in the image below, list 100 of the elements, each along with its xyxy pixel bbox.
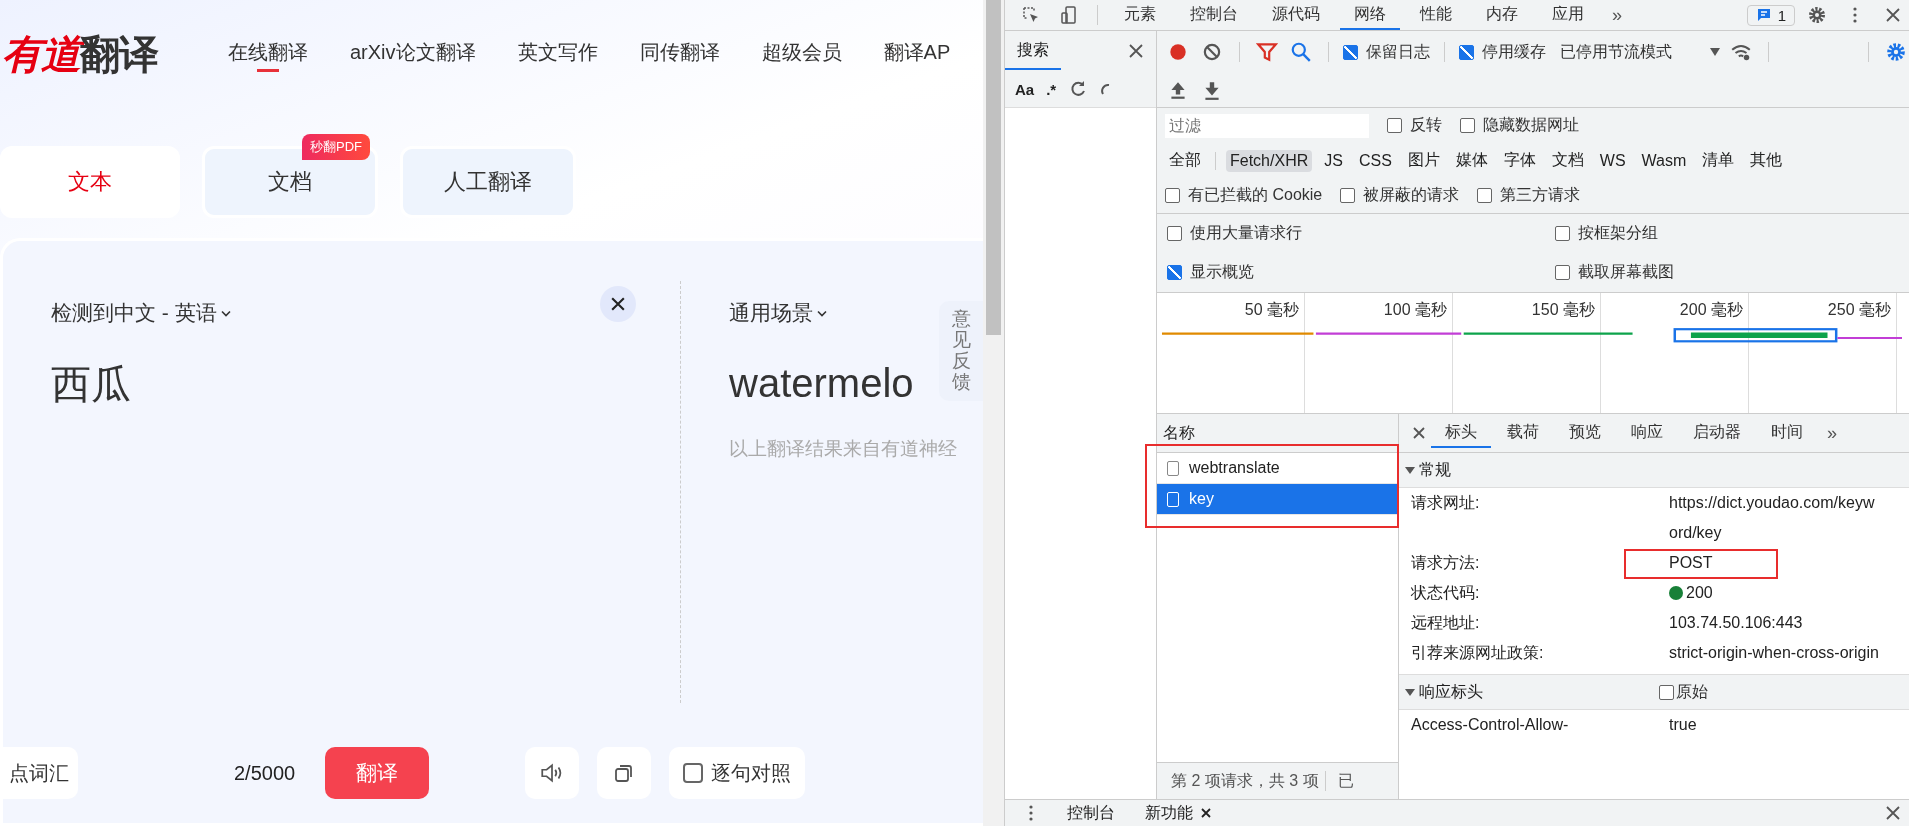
checkbox[interactable]: 停用缓存 — [1459, 41, 1546, 63]
clear-icon[interactable] — [1201, 41, 1223, 63]
nav-link[interactable]: 英文写作 — [517, 33, 598, 75]
type-filter[interactable]: 清单 — [1698, 148, 1739, 173]
filter-field[interactable]: 过滤 — [1165, 113, 1369, 138]
close-icon[interactable] — [1201, 808, 1211, 818]
tick-label: 200 毫秒 — [1678, 299, 1744, 320]
pdf-badge: 秒翻PDF — [302, 134, 370, 160]
header-value: 200 — [1686, 583, 1713, 603]
char-count: 2/5000 — [234, 761, 296, 785]
type-filter[interactable]: CSS — [1354, 149, 1396, 172]
transfer-summary: 已 — [1336, 770, 1354, 791]
header-name: 引荐来源网址政策: — [1411, 643, 1545, 663]
checkbox[interactable]: 保留日志 — [1343, 41, 1430, 63]
drawer-tab[interactable]: 控制台 — [1057, 802, 1125, 824]
checkbox[interactable]: 显示概览 — [1167, 262, 1555, 283]
request-count: 第 2 项请求，共 3 项 — [1171, 770, 1319, 791]
translate-button[interactable]: 翻译 — [325, 747, 430, 799]
mode-tab[interactable]: 人工翻译 — [400, 146, 576, 218]
header-name: 远程地址: — [1411, 613, 1481, 633]
devtools-tab[interactable]: 源代码 — [1258, 0, 1334, 30]
device-icon[interactable] — [1059, 5, 1079, 25]
checkbox[interactable]: 被屏蔽的请求 — [1340, 185, 1460, 206]
settings-icon[interactable] — [1807, 5, 1827, 25]
compare-checkbox[interactable]: 逐句对照 — [669, 747, 806, 799]
column-header[interactable]: 名称 — [1157, 414, 1398, 453]
nav-link[interactable]: 超级会员 — [761, 33, 842, 75]
type-filter[interactable]: Wasm — [1637, 149, 1691, 172]
type-filter[interactable]: 字体 — [1499, 148, 1540, 173]
checkbox[interactable]: 使用大量请求行 — [1167, 223, 1555, 244]
devtools-tab[interactable]: 应用 — [1538, 0, 1598, 30]
checkbox[interactable]: 反转 — [1387, 115, 1442, 136]
request-row[interactable]: key — [1157, 484, 1398, 515]
devtools-tab[interactable]: 性能 — [1406, 0, 1466, 30]
more-tabs[interactable]: » — [1819, 422, 1845, 444]
scene-selector[interactable]: 通用场景 — [729, 281, 827, 327]
tick-label: 250 毫秒 — [1826, 299, 1892, 320]
scrollbar[interactable] — [983, 0, 1004, 826]
message-icon — [1755, 7, 1772, 23]
type-filter[interactable]: 其他 — [1746, 148, 1787, 173]
type-filter[interactable]: 文档 — [1547, 148, 1588, 173]
match-case-toggle[interactable]: Aa — [1015, 80, 1035, 98]
feedback-tab[interactable]: 意见反馈 — [939, 301, 983, 401]
language-selector[interactable]: 检测到中文 - 英语 — [51, 281, 231, 327]
regex-toggle[interactable]: .* — [1046, 80, 1057, 98]
close-icon — [611, 297, 625, 311]
type-filter[interactable]: WS — [1595, 149, 1630, 172]
detail-tab[interactable]: 标头 — [1431, 418, 1491, 448]
type-filter[interactable]: 图片 — [1403, 148, 1444, 173]
source-note: 以上翻译结果来自有道神经 — [729, 437, 958, 461]
checkbox[interactable]: 原始 — [1659, 681, 1708, 703]
header-value: true — [1669, 715, 1697, 735]
header-name: 请求网址: — [1411, 493, 1481, 513]
section-header[interactable]: 响应标头 — [1405, 681, 1659, 703]
record-icon[interactable] — [1167, 41, 1189, 63]
devtools-tab[interactable]: 控制台 — [1176, 0, 1252, 30]
detail-tab[interactable]: 载荷 — [1493, 418, 1553, 448]
throttling-dropdown[interactable]: 已停用节流模式 — [1560, 41, 1720, 63]
logo[interactable]: 有道翻译 — [0, 26, 158, 82]
speaker-button[interactable] — [525, 747, 580, 799]
devtools-tab[interactable]: 内存 — [1472, 0, 1532, 30]
header-value: https://dict.youdao.com/keyword/key — [1669, 493, 1876, 543]
nav-link[interactable]: 同传翻译 — [639, 33, 720, 75]
checkbox[interactable]: 第三方请求 — [1477, 185, 1581, 206]
type-filter[interactable]: 媒体 — [1451, 148, 1492, 173]
nav-link[interactable]: 翻译AP — [883, 33, 951, 75]
type-filter[interactable]: Fetch/XHR — [1226, 149, 1313, 172]
detail-tab[interactable]: 预览 — [1555, 418, 1615, 448]
messages-badge[interactable]: 1 — [1746, 4, 1795, 26]
tick-label: 100 毫秒 — [1382, 299, 1448, 320]
detail-tab[interactable]: 启动器 — [1679, 418, 1755, 448]
clear-button[interactable] — [600, 286, 636, 322]
vocabulary-button[interactable]: 点词汇 — [0, 747, 78, 799]
drawer-tab[interactable]: 新功能 — [1135, 802, 1221, 824]
copy-button[interactable] — [597, 747, 652, 799]
more-tabs[interactable]: » — [1604, 4, 1630, 26]
tick-label: 50 毫秒 — [1243, 299, 1300, 320]
header-value: POST — [1669, 553, 1713, 573]
triangle-icon — [1405, 687, 1415, 697]
header-name: Access-Control-Allow- — [1411, 715, 1570, 735]
type-filter[interactable]: 全部 — [1165, 148, 1205, 173]
translation-text: watermelo — [729, 361, 914, 406]
source-text[interactable]: 西瓜 — [51, 357, 636, 412]
header-name: 状态代码: — [1411, 583, 1481, 603]
type-filter[interactable]: JS — [1320, 149, 1347, 172]
detail-tab[interactable]: 响应 — [1617, 418, 1677, 448]
devtools-tab[interactable]: 元素 — [1110, 0, 1170, 30]
settings-icon[interactable] — [1885, 41, 1907, 63]
checkbox[interactable]: 隐藏数据网址 — [1460, 115, 1579, 136]
checkbox[interactable]: 有已拦截的 Cookie — [1165, 185, 1323, 206]
header-value: strict-origin-when-cross-origin — [1669, 643, 1879, 663]
mode-tab[interactable]: 文本 — [0, 146, 180, 218]
filter-icon[interactable] — [1256, 41, 1278, 63]
checkbox[interactable]: 截取屏幕截图 — [1555, 262, 1909, 283]
nav-link[interactable]: arXiv论文翻译 — [350, 33, 476, 75]
caret-icon — [817, 309, 827, 317]
search-icon[interactable] — [1290, 41, 1312, 63]
detail-tab[interactable]: 时间 — [1757, 418, 1817, 448]
checkbox[interactable]: 按框架分组 — [1555, 223, 1909, 244]
triangle-icon — [1405, 465, 1415, 475]
